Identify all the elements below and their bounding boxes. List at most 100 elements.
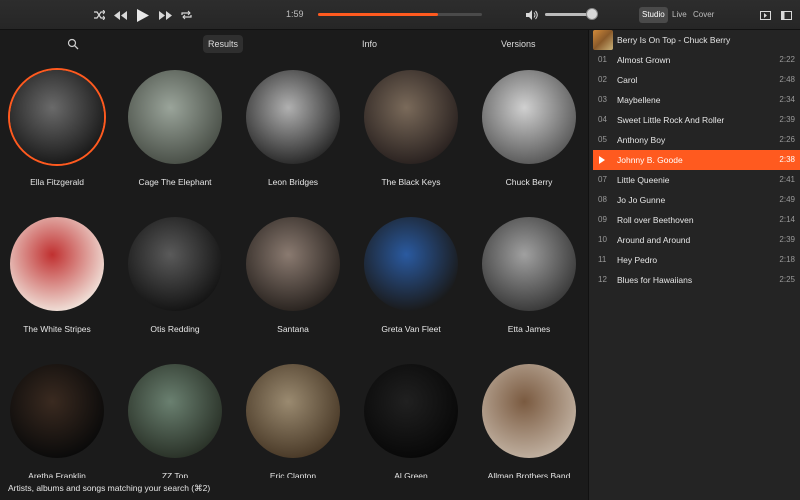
track-row[interactable]: Johnny B. Goode 2:38	[593, 150, 800, 170]
track-duration: 2:39	[779, 115, 795, 124]
track-title: Around and Around	[617, 235, 691, 245]
tab-results[interactable]: Results	[203, 35, 244, 53]
track-duration: 2:25	[779, 275, 795, 284]
play-button[interactable]	[135, 7, 151, 23]
tab-live[interactable]: Live	[669, 7, 690, 23]
track-duration: 2:26	[779, 135, 795, 144]
track-row[interactable]: 01 Almost Grown 2:22	[593, 50, 800, 70]
artist-name: Chuck Berry	[505, 177, 553, 187]
now-playing-icon	[599, 156, 605, 164]
track-title: Anthony Boy	[617, 135, 666, 145]
track-row[interactable]: 02 Carol 2:48	[593, 70, 800, 90]
repeat-icon[interactable]	[179, 7, 193, 23]
artist-item[interactable]: Ella Fitzgerald	[0, 70, 116, 187]
artist-photo	[128, 70, 222, 164]
artist-item[interactable]: Santana	[234, 217, 352, 334]
shuffle-icon[interactable]	[92, 7, 106, 23]
track-duration: 2:48	[779, 75, 795, 84]
track-number: 03	[598, 95, 607, 104]
artist-photo	[10, 70, 104, 164]
track-number: 05	[598, 135, 607, 144]
track-duration: 2:41	[779, 175, 795, 184]
rewind-icon[interactable]	[112, 7, 128, 23]
artist-photo	[10, 217, 104, 311]
artist-photo	[364, 70, 458, 164]
artist-item[interactable]: Greta Van Fleet	[352, 217, 470, 334]
track-number: 12	[598, 275, 607, 284]
track-row[interactable]: 11 Hey Pedro 2:18	[593, 250, 800, 270]
track-row[interactable]: 09 Roll over Beethoven 2:14	[593, 210, 800, 230]
tab-versions[interactable]: Versions	[501, 35, 536, 53]
results-panel: Results Info Versions Ella Fitzgerald Cag…	[0, 30, 588, 500]
artist-item[interactable]: Otis Redding	[116, 217, 234, 334]
player-toolbar: 1:59 Studio Live Cover	[0, 0, 800, 30]
artist-name: Leon Bridges	[267, 177, 319, 187]
artist-photo	[482, 217, 576, 311]
track-duration: 2:39	[779, 235, 795, 244]
track-row[interactable]: 04 Sweet Little Rock And Roller 2:39	[593, 110, 800, 130]
artist-item[interactable]: The Black Keys	[352, 70, 470, 187]
artist-photo	[246, 364, 340, 458]
elapsed-time: 1:59	[286, 9, 304, 19]
artist-photo	[128, 217, 222, 311]
artist-item[interactable]: Etta James	[470, 217, 588, 334]
artist-name: Santana	[277, 324, 309, 334]
track-number: 07	[598, 175, 607, 184]
track-number: 02	[598, 75, 607, 84]
track-row[interactable]: 10 Around and Around 2:39	[593, 230, 800, 250]
now-playing-header[interactable]: Berry Is On Top - Chuck Berry	[589, 30, 800, 50]
track-title: Blues for Hawaiians	[617, 275, 693, 285]
artist-item[interactable]: Chuck Berry	[470, 70, 588, 187]
fast-forward-icon[interactable]	[157, 7, 173, 23]
artist-item[interactable]: Aretha Franklin	[0, 364, 116, 481]
artist-name: Etta James	[507, 324, 551, 334]
volume-knob[interactable]	[586, 8, 598, 20]
tab-cover[interactable]: Cover	[690, 7, 717, 23]
track-list-panel: Berry Is On Top - Chuck Berry 01 Almost G…	[588, 30, 800, 500]
artist-name: Greta Van Fleet	[381, 324, 441, 334]
track-number: 09	[598, 215, 607, 224]
track-number: 10	[598, 235, 607, 244]
artist-item[interactable]: Eric Clapton	[234, 364, 352, 481]
artist-photo	[482, 70, 576, 164]
progress-bar[interactable]	[318, 13, 482, 16]
track-title: Sweet Little Rock And Roller	[617, 115, 725, 125]
track-row[interactable]: 05 Anthony Boy 2:26	[593, 130, 800, 150]
track-title: Maybellene	[617, 95, 661, 105]
tab-studio[interactable]: Studio	[639, 7, 668, 23]
artist-photo	[364, 364, 458, 458]
track-duration: 2:38	[779, 155, 795, 164]
track-row[interactable]: 12 Blues for Hawaiians 2:25	[593, 270, 800, 290]
track-row[interactable]: 08 Jo Jo Gunne 2:49	[593, 190, 800, 210]
artist-item[interactable]: ZZ Top	[116, 364, 234, 481]
track-number: 08	[598, 195, 607, 204]
progress-fill	[318, 13, 438, 16]
track-title: Hey Pedro	[617, 255, 658, 265]
fullscreen-icon[interactable]	[779, 7, 793, 23]
track-title: Carol	[617, 75, 638, 85]
tab-info[interactable]: Info	[362, 35, 377, 53]
artist-photo	[364, 217, 458, 311]
artist-name: Otis Redding	[150, 324, 200, 334]
track-row[interactable]: 03 Maybellene 2:34	[593, 90, 800, 110]
play-icon	[137, 8, 149, 22]
artist-photo	[246, 217, 340, 311]
artist-item[interactable]: Cage The Elephant	[116, 70, 234, 187]
track-row[interactable]: 07 Little Queenie 2:41	[593, 170, 800, 190]
album-art	[593, 30, 613, 50]
track-number: 01	[598, 55, 607, 64]
search-icon[interactable]	[67, 38, 79, 50]
volume-fill	[545, 13, 587, 16]
artist-item[interactable]: Allman Brothers Band	[470, 364, 588, 481]
artist-item[interactable]: Al Green	[352, 364, 470, 481]
track-duration: 2:14	[779, 215, 795, 224]
track-duration: 2:18	[779, 255, 795, 264]
track-title: Almost Grown	[617, 55, 671, 65]
artist-name: The Black Keys	[381, 177, 441, 187]
artist-name: Ella Fitzgerald	[30, 177, 84, 187]
artist-item[interactable]: Leon Bridges	[234, 70, 352, 187]
sidebar-toggle-icon[interactable]	[758, 7, 772, 23]
artist-photo	[128, 364, 222, 458]
volume-icon[interactable]	[525, 7, 539, 23]
artist-item[interactable]: The White Stripes	[0, 217, 116, 334]
